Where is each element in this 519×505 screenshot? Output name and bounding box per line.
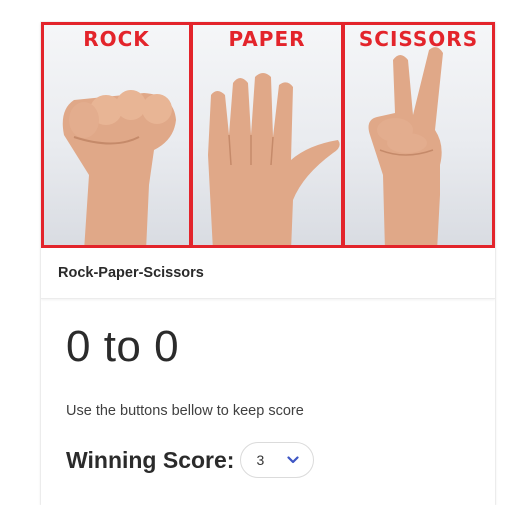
help-text: Use the buttons bellow to keep score — [66, 403, 304, 419]
scissors-panel: SCISSORS — [344, 22, 495, 248]
card-title: Rock-Paper-Scissors — [58, 265, 204, 281]
winning-score-select[interactable]: 3 — [240, 442, 315, 478]
scissors-hand-image — [368, 47, 443, 245]
winning-score-label: Winning Score: — [66, 446, 235, 473]
chevron-down-icon — [287, 456, 300, 464]
winning-score-row: Winning Score: 3 — [66, 440, 315, 480]
rock-panel: ROCK — [41, 22, 192, 248]
fist-hand-image — [62, 90, 176, 245]
paper-panel: PAPER — [192, 22, 344, 248]
open-hand-image — [208, 73, 340, 245]
hero-image: ROCK PAPER SCISSORS — [41, 22, 495, 248]
winning-score-value: 3 — [256, 452, 265, 468]
score-card: ROCK PAPER SCISSORS Rock-Paper-Scissors … — [41, 22, 495, 505]
score-display: 0 to 0 — [66, 322, 180, 371]
scissors-label: SCISSORS — [358, 27, 479, 51]
paper-label: PAPER — [228, 27, 306, 51]
card-header: Rock-Paper-Scissors — [41, 248, 495, 299]
rock-label: ROCK — [83, 27, 150, 51]
